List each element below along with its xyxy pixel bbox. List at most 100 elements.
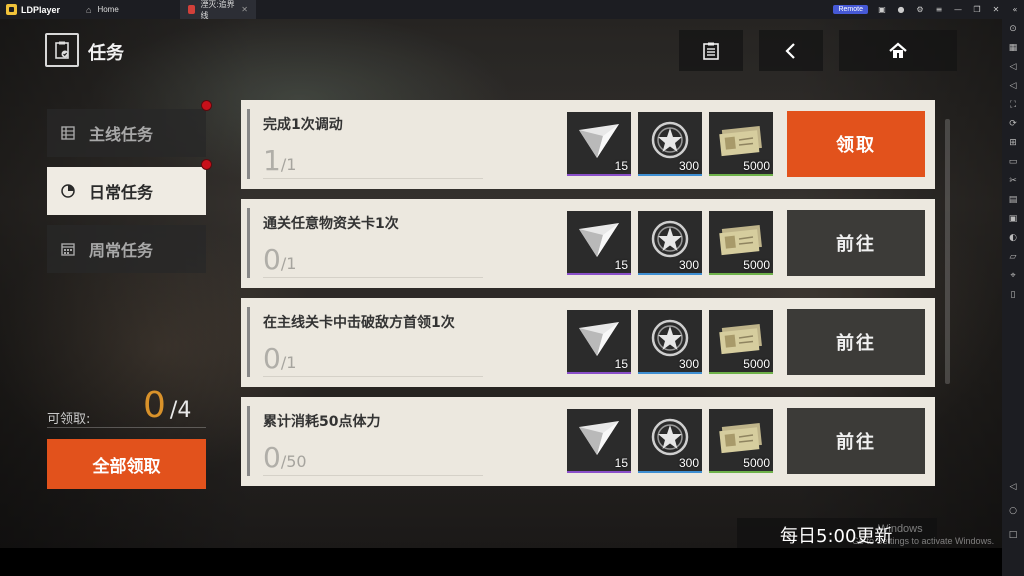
rarity-line (709, 273, 773, 275)
task-title: 通关任意物资关卡1次 (263, 216, 399, 232)
reward-item[interactable]: 15 (567, 310, 631, 374)
task-list-scrollbar[interactable] (945, 119, 950, 384)
task-progress-total: /50 (280, 452, 307, 471)
screenshot-icon[interactable]: ▭ (1007, 156, 1019, 168)
task-progress: 1/1 (263, 144, 296, 177)
reward-item[interactable]: 5000 (709, 310, 773, 374)
progress-underline (263, 376, 483, 377)
task-log-button[interactable] (679, 30, 743, 71)
rarity-line (567, 471, 631, 473)
reward-quantity: 15 (614, 357, 628, 371)
account-icon[interactable]: ● (896, 5, 906, 14)
tab-home[interactable]: ⌂ Home (78, 0, 180, 19)
reward-item[interactable]: 300 (638, 211, 702, 275)
reward-item[interactable]: 300 (638, 409, 702, 473)
close-icon[interactable]: ✕ (991, 5, 1001, 14)
rarity-line (638, 273, 702, 275)
close-tab-icon[interactable]: ✕ (241, 5, 248, 14)
home-icon (889, 42, 907, 58)
tab-main-tasks-label: 主线任务 (89, 125, 154, 144)
reward-item[interactable]: 15 (567, 409, 631, 473)
home-icon: ⌂ (86, 4, 92, 15)
task-progress-current: 0 (263, 441, 281, 474)
reward-quantity: 300 (678, 357, 699, 371)
reward-quantity: 5000 (743, 357, 770, 371)
operation-icon[interactable]: ◐ (1007, 232, 1019, 244)
claim-button[interactable]: 领取 (787, 111, 925, 177)
tab-main-tasks[interactable]: 主线任务 (47, 109, 206, 157)
clock-icon (61, 184, 75, 198)
rarity-line (638, 174, 702, 176)
rarity-line (567, 372, 631, 374)
clipboard-list-icon (703, 42, 719, 60)
folder-icon[interactable]: ▱ (1007, 251, 1019, 263)
reward-quantity: 15 (614, 258, 628, 272)
keyboard-icon[interactable]: ⊙ (1007, 23, 1019, 35)
volume-up-icon[interactable]: ◁ (1007, 61, 1019, 73)
tab-weekly-tasks-label: 周常任务 (89, 241, 154, 260)
reward-item[interactable]: 5000 (709, 112, 773, 176)
reward-item[interactable]: 5000 (709, 409, 773, 473)
reward-item[interactable]: 15 (567, 211, 631, 275)
fullscreen-icon[interactable]: ⛶ (1007, 99, 1019, 111)
card-accent-bar (247, 208, 250, 278)
progress-underline (263, 475, 483, 476)
game-viewport: 任务 主线任务 日常任务 周常任务 可领取: 0 /4 全部领取 完成1次调动 1… (0, 19, 1002, 548)
shake-icon[interactable]: ▯ (1007, 289, 1019, 301)
card-accent-bar (247, 406, 250, 476)
reward-item[interactable]: 15 (567, 112, 631, 176)
settings-icon[interactable]: ⚙ (915, 5, 925, 14)
notification-dot (201, 159, 212, 170)
task-progress: 0/50 (263, 441, 307, 474)
tab-weekly-tasks[interactable]: 周常任务 (47, 225, 206, 273)
go-button[interactable]: 前往 (787, 309, 925, 375)
tab-daily-tasks-label: 日常任务 (89, 183, 154, 202)
tab-game[interactable]: 湮灭:追界线 ✕ (180, 0, 256, 20)
windows-watermark-title: Windows (878, 523, 923, 535)
task-progress-total: /1 (280, 254, 297, 273)
restore-icon[interactable]: ❐ (972, 5, 982, 14)
volume-down-icon[interactable]: ◁ (1007, 80, 1019, 92)
emulator-titlebar: LDPlayer ⌂ Home 湮灭:追界线 ✕ Remote ▣ ● ⚙ ≡ … (0, 0, 1024, 20)
home-button[interactable] (839, 30, 957, 71)
divider (47, 427, 206, 428)
rarity-line (709, 471, 773, 473)
reward-quantity: 15 (614, 456, 628, 470)
add-apk-icon[interactable]: ⊞ (1007, 137, 1019, 149)
task-progress-current: 0 (263, 243, 281, 276)
nav-recent-icon[interactable]: □ (1007, 529, 1019, 541)
back-arrow-icon (785, 42, 795, 59)
reward-item[interactable]: 300 (638, 310, 702, 374)
reward-item[interactable]: 5000 (709, 211, 773, 275)
collapse-sidebar-icon[interactable]: « (1010, 5, 1020, 14)
task-progress: 0/1 (263, 342, 296, 375)
remote-button[interactable]: Remote (833, 5, 868, 14)
windows-watermark-text: Go to Settings to activate Windows. (852, 536, 995, 546)
scissors-icon[interactable]: ✂ (1007, 175, 1019, 187)
nav-back-icon[interactable]: ◁ (1007, 481, 1019, 493)
rarity-line (638, 372, 702, 374)
reward-quantity: 300 (678, 159, 699, 173)
task-progress-total: /1 (280, 353, 297, 372)
go-button[interactable]: 前往 (787, 408, 925, 474)
minimize-icon[interactable]: — (953, 5, 963, 14)
notification-dot (201, 100, 212, 111)
gamepad-icon[interactable]: ▣ (877, 5, 887, 14)
nav-home-icon[interactable]: ○ (1007, 505, 1019, 517)
tab-daily-tasks[interactable]: 日常任务 (47, 167, 206, 215)
back-button[interactable] (759, 30, 823, 71)
claimable-label: 可领取: (47, 412, 91, 427)
location-icon[interactable]: ⌖ (1007, 270, 1019, 282)
record-icon[interactable]: ▣ (1007, 213, 1019, 225)
menu-icon[interactable]: ≡ (934, 5, 944, 14)
keymap-icon[interactable]: ▦ (1007, 42, 1019, 54)
ldplayer-logo: LDPlayer (0, 0, 78, 19)
tab-home-label: Home (97, 5, 119, 14)
game-icon (188, 5, 196, 14)
multi-instance-icon[interactable]: ▤ (1007, 194, 1019, 206)
sync-icon[interactable]: ⟳ (1007, 118, 1019, 130)
rarity-line (709, 372, 773, 374)
reward-item[interactable]: 300 (638, 112, 702, 176)
go-button[interactable]: 前往 (787, 210, 925, 276)
claim-all-button[interactable]: 全部领取 (47, 439, 206, 489)
